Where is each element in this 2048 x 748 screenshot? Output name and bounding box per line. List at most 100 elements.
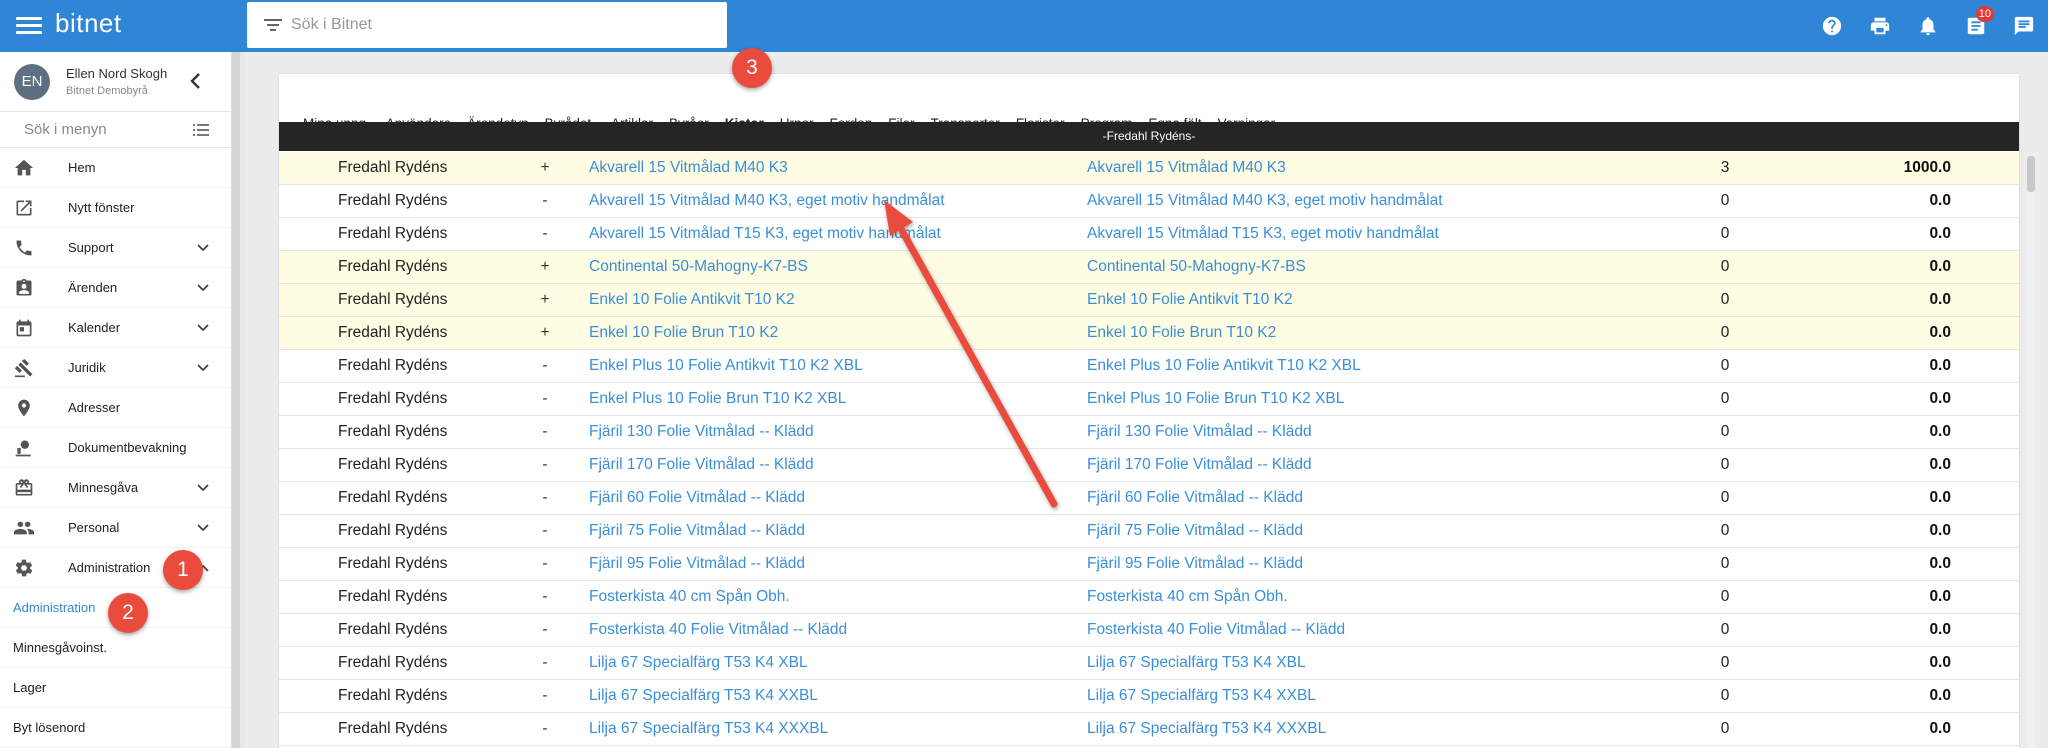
row-quantity: 0 (1720, 555, 1730, 572)
row-product-link-2[interactable]: Fjäril 130 Folie Vitmålad -- Klädd (1087, 423, 1312, 441)
row-product-link-2[interactable]: Fjäril 170 Folie Vitmålad -- Klädd (1087, 456, 1312, 474)
chevron-down-icon (197, 244, 209, 252)
table-row[interactable]: Fredahl Rydéns + Continental 50-Mahogny-K7… (279, 251, 2019, 284)
table-row[interactable]: Fredahl Rydéns - Enkel Plus 10 Folie Brun … (279, 383, 2019, 416)
row-product-link[interactable]: Fjäril 95 Folie Vitmålad -- Klädd (589, 555, 805, 573)
sidebar-item-label: Administration (68, 560, 151, 575)
table-row[interactable]: Fredahl Rydéns - Akvarell 15 Vitmålad T15 … (279, 218, 2019, 251)
row-product-link-2[interactable]: Akvarell 15 Vitmålad M40 K3 (1087, 159, 1286, 177)
table-row[interactable]: Fredahl Rydéns - Enkel Plus 10 Folie Antik… (279, 350, 2019, 383)
row-status-sign: - (542, 192, 548, 209)
row-product-link-2[interactable]: Enkel Plus 10 Folie Antikvit T10 K2 XBL (1087, 357, 1361, 375)
sidebar-item-juridik[interactable]: Juridik (0, 348, 231, 388)
row-product-link[interactable]: Lilja 67 Specialfärg T53 K4 XBL (589, 654, 808, 672)
sidebar-item-arenden[interactable]: Ärenden (0, 268, 231, 308)
chevron-down-icon (197, 364, 209, 372)
sidebar-item-nytt-fonster[interactable]: Nytt fönster (0, 188, 231, 228)
help-icon[interactable] (1808, 0, 1856, 52)
table-row[interactable]: Fredahl Rydéns - Akvarell 15 Vitmålad M40 … (279, 185, 2019, 218)
row-product-link[interactable]: Continental 50-Mahogny-K7-BS (589, 258, 808, 276)
row-product-link[interactable]: Fjäril 60 Folie Vitmålad -- Klädd (589, 489, 805, 507)
table-row[interactable]: Fredahl Rydéns + Akvarell 15 Vitmålad M40 … (279, 152, 2019, 185)
global-search[interactable] (247, 2, 727, 48)
table-row[interactable]: Fredahl Rydéns - Fosterkista 40 Folie Vitm… (279, 614, 2019, 647)
print-icon[interactable] (1856, 0, 1904, 52)
row-product-link[interactable]: Akvarell 15 Vitmålad M40 K3, eget motiv … (589, 192, 945, 210)
row-product-link[interactable]: Lilja 67 Specialfärg T53 K4 XXXBL (589, 720, 828, 738)
sidebar-item-kalender[interactable]: Kalender (0, 308, 231, 348)
hamburger-menu-icon[interactable] (16, 14, 42, 38)
table-row[interactable]: Fredahl Rydéns - Lilja 67 Specialfärg T53 … (279, 713, 2019, 746)
bell-icon[interactable] (1904, 0, 1952, 52)
people-icon (12, 516, 36, 540)
top-app-bar: bitnet 10 (0, 0, 2048, 52)
row-product-link[interactable]: Akvarell 15 Vitmålad M40 K3 (589, 159, 788, 177)
table-row[interactable]: Fredahl Rydéns - Fjäril 75 Folie Vitmålad … (279, 515, 2019, 548)
table-row[interactable]: Fredahl Rydéns - Fjäril 60 Folie Vitmålad … (279, 482, 2019, 515)
sidebar-item-support[interactable]: Support (0, 228, 231, 268)
row-product-link-2[interactable]: Enkel Plus 10 Folie Brun T10 K2 XBL (1087, 390, 1344, 408)
row-product-link[interactable]: Enkel Plus 10 Folie Brun T10 K2 XBL (589, 390, 846, 408)
row-status-sign: - (542, 225, 548, 242)
row-product-link[interactable]: Lilja 67 Specialfärg T53 K4 XXBL (589, 687, 818, 705)
subnav-lager[interactable]: Lager (0, 668, 231, 708)
row-product-link-2[interactable]: Lilja 67 Specialfärg T53 K4 XXBL (1087, 687, 1316, 705)
table-row[interactable]: Fredahl Rydéns - Fosterkista 40 cm Spån Ob… (279, 581, 2019, 614)
sidebar-item-personal[interactable]: Personal (0, 508, 231, 548)
row-value: 0.0 (1929, 687, 1951, 704)
row-product-link-2[interactable]: Enkel 10 Folie Brun T10 K2 (1087, 324, 1276, 342)
row-product-link-2[interactable]: Fosterkista 40 Folie Vitmålad -- Klädd (1087, 621, 1345, 639)
sidebar-item-hem[interactable]: Hem (0, 148, 231, 188)
row-product-link[interactable]: Fosterkista 40 cm Spån Obh. (589, 588, 790, 606)
menu-search-input[interactable] (24, 121, 184, 138)
app-logo[interactable]: bitnet (55, 8, 122, 39)
table-row[interactable]: Fredahl Rydéns - Fjäril 170 Folie Vitmålad… (279, 449, 2019, 482)
global-search-input[interactable] (291, 16, 711, 34)
row-quantity: 0 (1720, 291, 1730, 308)
table-row[interactable]: Fredahl Rydéns - Fjäril 95 Folie Vitmålad … (279, 548, 2019, 581)
row-product-link-2[interactable]: Enkel 10 Folie Antikvit T10 K2 (1087, 291, 1293, 309)
row-product-link-2[interactable]: Lilja 67 Specialfärg T53 K4 XBL (1087, 654, 1306, 672)
sidebar-scrollbar[interactable] (232, 52, 240, 748)
row-product-link-2[interactable]: Fjäril 95 Folie Vitmålad -- Klädd (1087, 555, 1303, 573)
row-product-link[interactable]: Fosterkista 40 Folie Vitmålad -- Klädd (589, 621, 847, 639)
row-product-link-2[interactable]: Continental 50-Mahogny-K7-BS (1087, 258, 1306, 276)
avatar[interactable]: EN (14, 63, 50, 100)
row-product-link[interactable]: Fjäril 75 Folie Vitmålad -- Klädd (589, 522, 805, 540)
row-product-link-2[interactable]: Akvarell 15 Vitmålad M40 K3, eget motiv … (1087, 192, 1443, 210)
row-status-sign: - (542, 720, 548, 737)
sidebar-item-dokumentbevakning[interactable]: Dokumentbevakning (0, 428, 231, 468)
table-scrollbar[interactable] (2027, 154, 2035, 748)
row-product-link[interactable]: Akvarell 15 Vitmålad T15 K3, eget motiv … (589, 225, 941, 243)
table-row[interactable]: Fredahl Rydéns - Fjäril 130 Folie Vitmålad… (279, 416, 2019, 449)
chevron-left-icon[interactable] (189, 72, 203, 90)
row-product-link[interactable]: Enkel Plus 10 Folie Antikvit T10 K2 XBL (589, 357, 863, 375)
row-product-link-2[interactable]: Fosterkista 40 cm Spån Obh. (1087, 588, 1288, 606)
table-row[interactable]: Fredahl Rydéns + Enkel 10 Folie Brun T10 K… (279, 317, 2019, 350)
row-product-link-2[interactable]: Akvarell 15 Vitmålad T15 K3, eget motiv … (1087, 225, 1439, 243)
sidebar-item-minnesgava[interactable]: Minnesgåva (0, 468, 231, 508)
menu-search[interactable] (0, 112, 231, 148)
row-product-link[interactable]: Fjäril 130 Folie Vitmålad -- Klädd (589, 423, 814, 441)
row-product-link-2[interactable]: Fjäril 60 Folie Vitmålad -- Klädd (1087, 489, 1303, 507)
row-product-link-2[interactable]: Fjäril 75 Folie Vitmålad -- Klädd (1087, 522, 1303, 540)
row-status-sign: - (542, 522, 548, 539)
subnav-minnesgavoinst[interactable]: Minnesgåvoinst. (0, 628, 231, 668)
table-row[interactable]: Fredahl Rydéns + Enkel 10 Folie Antikvit T… (279, 284, 2019, 317)
table-row[interactable]: Fredahl Rydéns - Lilja 67 Specialfärg T53 … (279, 647, 2019, 680)
row-product-link[interactable]: Enkel 10 Folie Antikvit T10 K2 (589, 291, 795, 309)
group-header: -Fredahl Rydéns- (279, 122, 2019, 151)
row-quantity: 0 (1720, 423, 1730, 440)
row-product-link[interactable]: Enkel 10 Folie Brun T10 K2 (589, 324, 778, 342)
tasks-icon[interactable]: 10 (1952, 0, 2000, 52)
row-product-link-2[interactable]: Lilja 67 Specialfärg T53 K4 XXXBL (1087, 720, 1326, 738)
scrollbar-thumb[interactable] (2027, 156, 2035, 192)
chat-icon[interactable] (2000, 0, 2048, 52)
row-value: 0.0 (1929, 588, 1951, 605)
sidebar-item-adresser[interactable]: Adresser (0, 388, 231, 428)
table-row[interactable]: Fredahl Rydéns - Lilja 67 Specialfärg T53 … (279, 680, 2019, 713)
calendar-icon (12, 316, 36, 340)
subnav-byt-losenord[interactable]: Byt lösenord (0, 708, 231, 748)
list-icon[interactable] (193, 123, 209, 137)
row-product-link[interactable]: Fjäril 170 Folie Vitmålad -- Klädd (589, 456, 814, 474)
